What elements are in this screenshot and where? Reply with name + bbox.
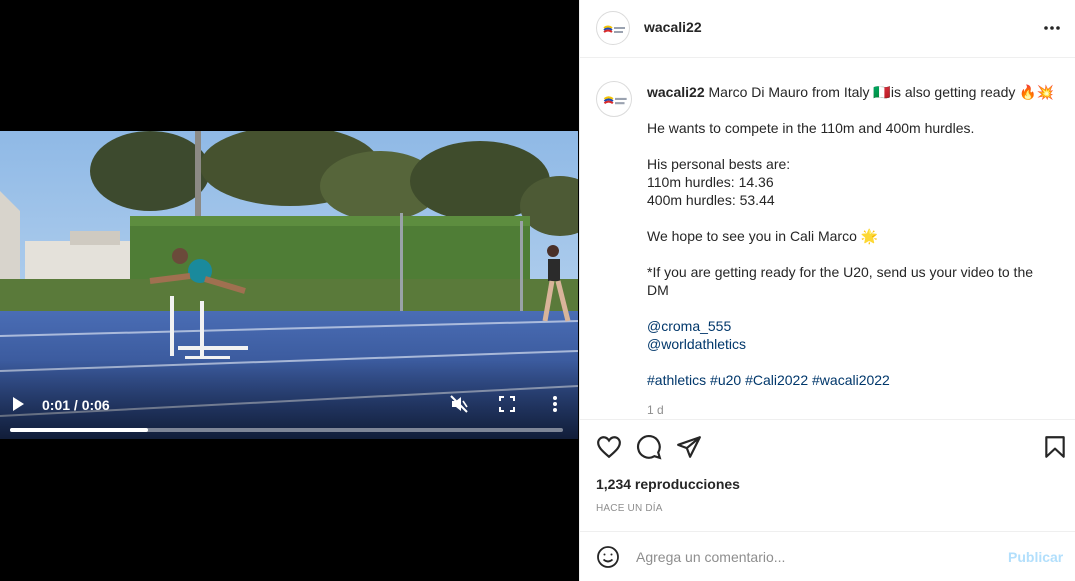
- publish-button[interactable]: Publicar: [1008, 549, 1063, 565]
- avatar[interactable]: [596, 11, 630, 45]
- caption-line: Marco Di Mauro from Italy 🇮🇹is also gett…: [708, 84, 1055, 100]
- caption-text: wacali22 Marco Di Mauro from Italy 🇮🇹is …: [647, 83, 1057, 407]
- post-author-username[interactable]: wacali22: [644, 19, 702, 35]
- video-time-display: 0:01 / 0:06: [42, 397, 110, 413]
- heart-icon[interactable]: [596, 434, 622, 460]
- mentions: @croma_555 @worldathletics: [647, 317, 1057, 353]
- caption-username[interactable]: wacali22: [647, 84, 705, 100]
- paper-plane-icon[interactable]: [676, 434, 702, 460]
- muted-speaker-icon[interactable]: [450, 395, 468, 413]
- post-date: HACE UN DÍA: [596, 503, 663, 514]
- video-progress-bar[interactable]: [10, 428, 563, 432]
- caption-line: We hope to see you in Cali Marco 🌟: [647, 228, 879, 244]
- wacali22-logo-icon: [603, 25, 625, 33]
- wacali22-logo-icon: [603, 96, 627, 105]
- comment-bubble-icon[interactable]: [636, 434, 662, 460]
- mention-link[interactable]: @worldathletics: [647, 336, 746, 352]
- mention-link[interactable]: @croma_555: [647, 318, 731, 334]
- smiley-icon[interactable]: [596, 545, 620, 569]
- action-bar: 1,234 reproducciones HACE UN DÍA: [580, 419, 1075, 531]
- hashtag-links[interactable]: #athletics #u20 #Cali2022 #wacali2022: [647, 372, 890, 388]
- caption-timestamp: 1 d: [647, 403, 664, 417]
- post-details-panel: wacali22 wacali22 Marco Di Mauro from It…: [579, 0, 1075, 581]
- views-count[interactable]: 1,234 reproducciones: [596, 476, 740, 492]
- hashtags: #athletics #u20 #Cali2022 #wacali2022: [647, 371, 1057, 389]
- fullscreen-icon[interactable]: [499, 396, 515, 412]
- caption-line: *If you are getting ready for the U20, s…: [647, 264, 1034, 298]
- caption-section: wacali22 Marco Di Mauro from Italy 🇮🇹is …: [580, 59, 1075, 419]
- caption-line: 400m hurdles: 53.44: [647, 192, 775, 208]
- comment-bar: Publicar: [580, 531, 1075, 581]
- personal-bests: His personal bests are: 110m hurdles: 14…: [647, 155, 1057, 209]
- caption-line: He wants to compete in the 110m and 400m…: [647, 120, 975, 136]
- caption-line: 110m hurdles: 14.36: [647, 174, 774, 190]
- bookmark-icon[interactable]: [1042, 434, 1068, 460]
- comment-input[interactable]: [636, 544, 996, 570]
- post-header: wacali22: [580, 0, 1075, 58]
- avatar[interactable]: [596, 81, 632, 117]
- caption-first-line: wacali22 Marco Di Mauro from Italy 🇮🇹is …: [647, 83, 1057, 101]
- caption-line: His personal bests are:: [647, 156, 791, 172]
- video-progress-fill: [10, 428, 149, 432]
- horizontal-dots-icon[interactable]: [1042, 18, 1062, 38]
- play-icon[interactable]: [10, 396, 26, 412]
- vertical-dots-icon[interactable]: [549, 395, 561, 413]
- video-player[interactable]: 0:01 / 0:06: [0, 0, 579, 581]
